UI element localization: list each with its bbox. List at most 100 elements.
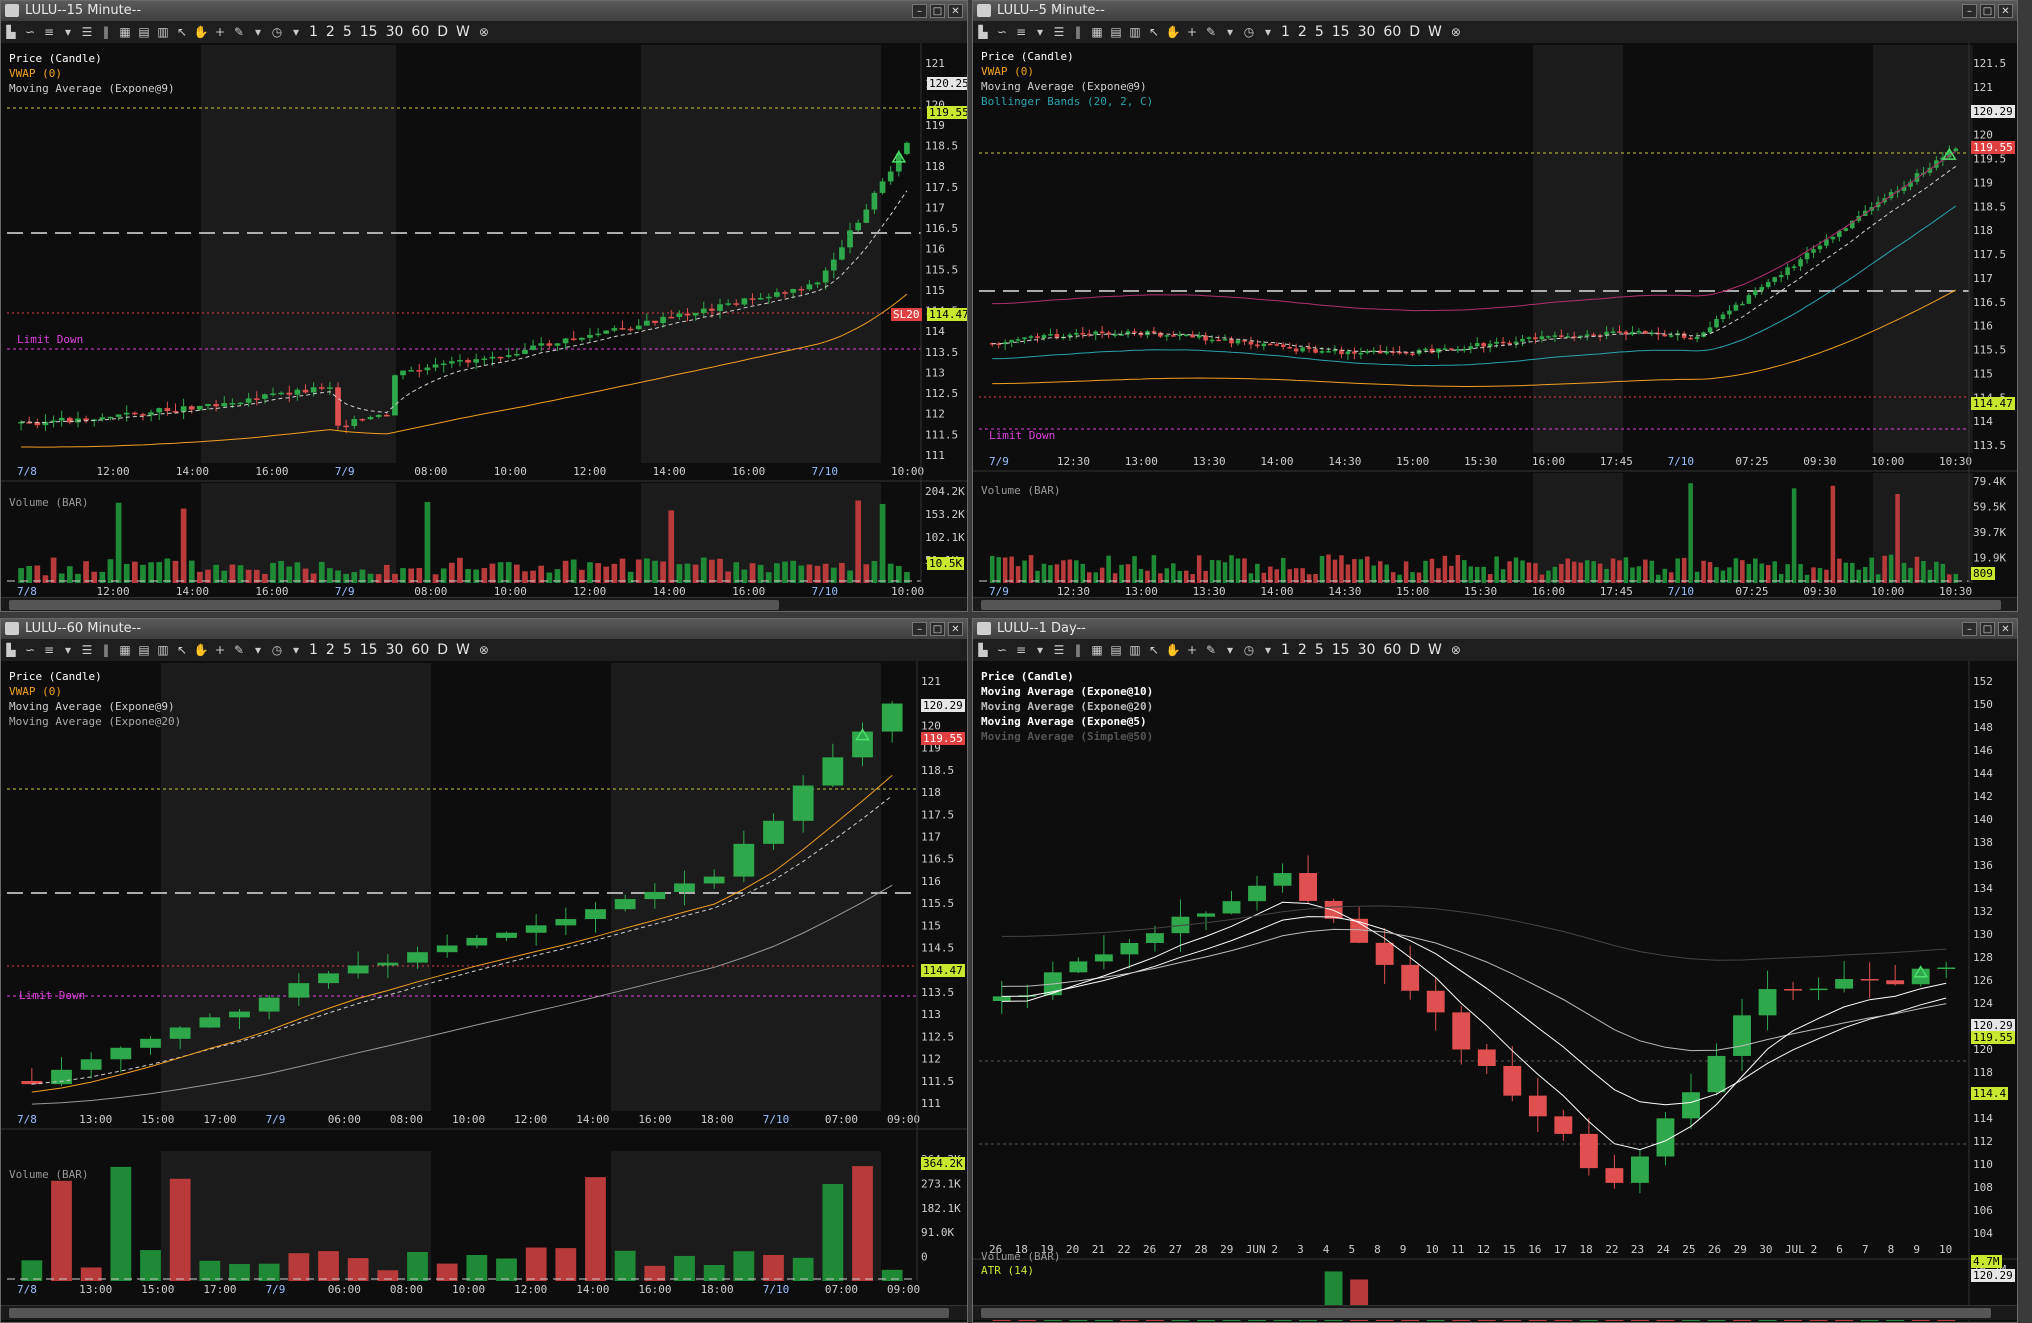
close-button[interactable]: ✕ bbox=[948, 4, 963, 18]
dropdown-icon[interactable]: ▾ bbox=[60, 24, 76, 40]
cursor-icon[interactable]: ↖ bbox=[174, 24, 190, 40]
maximize-button[interactable]: □ bbox=[1980, 622, 1995, 636]
timeframe-button-5[interactable]: 5 bbox=[1315, 24, 1324, 40]
dropdown-icon[interactable]: ▾ bbox=[250, 642, 266, 658]
cursor-icon[interactable]: ↖ bbox=[1146, 642, 1162, 658]
dropdown-icon[interactable]: ▾ bbox=[60, 642, 76, 658]
timeframe-button-1[interactable]: 1 bbox=[1281, 642, 1290, 658]
grid-icon[interactable]: ▦ bbox=[117, 642, 133, 658]
cursor-icon[interactable]: ↖ bbox=[1146, 24, 1162, 40]
timeframe-button-W[interactable]: W bbox=[1428, 642, 1442, 658]
layout-icon[interactable]: ▤ bbox=[1108, 24, 1124, 40]
grid-icon[interactable]: ▦ bbox=[117, 24, 133, 40]
draw-icon[interactable]: ∽ bbox=[994, 642, 1010, 658]
menu-icon[interactable]: ☰ bbox=[79, 642, 95, 658]
crosshair-icon[interactable]: + bbox=[1184, 642, 1200, 658]
cancel-icon[interactable]: ⊗ bbox=[476, 24, 492, 40]
layout-icon[interactable]: ▤ bbox=[136, 24, 152, 40]
draw-icon[interactable]: ∽ bbox=[22, 24, 38, 40]
pencil-icon[interactable]: ✎ bbox=[231, 642, 247, 658]
chart-area[interactable]: 1521501481461441421401381361341321301281… bbox=[973, 661, 2018, 1323]
timeframe-button-30[interactable]: 30 bbox=[1358, 24, 1376, 40]
chart-area[interactable]: 121120.5120119118.5118117.5117116.511611… bbox=[1, 661, 968, 1323]
timeframe-button-2[interactable]: 2 bbox=[1298, 642, 1307, 658]
cancel-icon[interactable]: ⊗ bbox=[476, 642, 492, 658]
timeframe-button-2[interactable]: 2 bbox=[1298, 24, 1307, 40]
timeframe-button-15[interactable]: 15 bbox=[1332, 24, 1350, 40]
horizontal-scrollbar[interactable] bbox=[1, 597, 967, 611]
close-button[interactable]: ✕ bbox=[1998, 622, 2013, 636]
clock-icon[interactable]: ◷ bbox=[269, 24, 285, 40]
lines-icon[interactable]: ≡ bbox=[41, 24, 57, 40]
timeframe-button-15[interactable]: 15 bbox=[360, 642, 378, 658]
chart-type-icon[interactable]: ▙ bbox=[3, 642, 19, 658]
lines-icon[interactable]: ≡ bbox=[1013, 642, 1029, 658]
hand-icon[interactable]: ✋ bbox=[1165, 24, 1181, 40]
grid-icon[interactable]: ▦ bbox=[1089, 642, 1105, 658]
clock-icon[interactable]: ◷ bbox=[269, 642, 285, 658]
window-titlebar[interactable]: LULU--5 Minute-- – □ ✕ bbox=[973, 1, 2017, 22]
layout-icon[interactable]: ▤ bbox=[1108, 642, 1124, 658]
chart-area[interactable]: 121120.5120119118.5118117.5117116.511611… bbox=[1, 43, 968, 612]
timeframe-button-1[interactable]: 1 bbox=[1281, 24, 1290, 40]
crosshair-icon[interactable]: + bbox=[212, 24, 228, 40]
pause-icon[interactable]: ‖ bbox=[98, 642, 114, 658]
timeframe-button-30[interactable]: 30 bbox=[386, 642, 404, 658]
timeframe-button-5[interactable]: 5 bbox=[1315, 642, 1324, 658]
menu-icon[interactable]: ☰ bbox=[1051, 24, 1067, 40]
chart-area[interactable]: 121.5121120.5120119.5119118.5118117.5117… bbox=[973, 43, 2018, 612]
clock-icon[interactable]: ◷ bbox=[1241, 24, 1257, 40]
hand-icon[interactable]: ✋ bbox=[193, 24, 209, 40]
scrollbar-thumb[interactable] bbox=[981, 1308, 1991, 1318]
menu-icon[interactable]: ☰ bbox=[1051, 642, 1067, 658]
pause-icon[interactable]: ‖ bbox=[1070, 642, 1086, 658]
hand-icon[interactable]: ✋ bbox=[1165, 642, 1181, 658]
minimize-button[interactable]: – bbox=[1962, 622, 1977, 636]
dropdown-icon[interactable]: ▾ bbox=[1260, 24, 1276, 40]
chart-window-60min[interactable]: LULU--60 Minute-- – □ ✕ ▙ ∽ ≡ ▾ ☰ ‖ ▦ ▤ ▥ ↖ ✋ + ✎ ▾ ◷ ▾… bbox=[0, 618, 968, 1323]
window-titlebar[interactable]: LULU--60 Minute-- – □ ✕ bbox=[1, 619, 967, 640]
crosshair-icon[interactable]: + bbox=[212, 642, 228, 658]
dropdown-icon[interactable]: ▾ bbox=[1032, 642, 1048, 658]
grid-icon[interactable]: ▦ bbox=[1089, 24, 1105, 40]
pencil-icon[interactable]: ✎ bbox=[1203, 642, 1219, 658]
clock-icon[interactable]: ◷ bbox=[1241, 642, 1257, 658]
chart-type-icon[interactable]: ▙ bbox=[975, 24, 991, 40]
order-flag[interactable]: SL20 bbox=[891, 308, 922, 321]
dropdown-icon[interactable]: ▾ bbox=[1032, 24, 1048, 40]
timeframe-button-15[interactable]: 15 bbox=[360, 24, 378, 40]
pause-icon[interactable]: ‖ bbox=[98, 24, 114, 40]
maximize-button[interactable]: □ bbox=[930, 4, 945, 18]
dropdown-icon[interactable]: ▾ bbox=[1222, 642, 1238, 658]
chart-type-icon[interactable]: ▙ bbox=[975, 642, 991, 658]
split-icon[interactable]: ▥ bbox=[1127, 24, 1143, 40]
timeframe-button-5[interactable]: 5 bbox=[343, 642, 352, 658]
window-titlebar[interactable]: LULU--15 Minute-- – □ ✕ bbox=[1, 1, 967, 22]
timeframe-button-D[interactable]: D bbox=[1409, 24, 1420, 40]
cursor-icon[interactable]: ↖ bbox=[174, 642, 190, 658]
hand-icon[interactable]: ✋ bbox=[193, 642, 209, 658]
timeframe-button-D[interactable]: D bbox=[437, 642, 448, 658]
split-icon[interactable]: ▥ bbox=[155, 642, 171, 658]
dropdown-icon[interactable]: ▾ bbox=[288, 642, 304, 658]
window-titlebar[interactable]: LULU--1 Day-- – □ ✕ bbox=[973, 619, 2017, 640]
dropdown-icon[interactable]: ▾ bbox=[1260, 642, 1276, 658]
chart-window-1day[interactable]: LULU--1 Day-- – □ ✕ ▙ ∽ ≡ ▾ ☰ ‖ ▦ ▤ ▥ ↖ ✋ + ✎ ▾ ◷ ▾ 1 2 5 1… bbox=[972, 618, 2018, 1323]
lines-icon[interactable]: ≡ bbox=[1013, 24, 1029, 40]
timeframe-button-15[interactable]: 15 bbox=[1332, 642, 1350, 658]
maximize-button[interactable]: □ bbox=[1980, 4, 1995, 18]
pencil-icon[interactable]: ✎ bbox=[1203, 24, 1219, 40]
menu-icon[interactable]: ☰ bbox=[79, 24, 95, 40]
timeframe-button-2[interactable]: 2 bbox=[326, 24, 335, 40]
split-icon[interactable]: ▥ bbox=[1127, 642, 1143, 658]
timeframe-button-60[interactable]: 60 bbox=[1383, 24, 1401, 40]
minimize-button[interactable]: – bbox=[912, 622, 927, 636]
close-button[interactable]: ✕ bbox=[948, 622, 963, 636]
minimize-button[interactable]: – bbox=[1962, 4, 1977, 18]
minimize-button[interactable]: – bbox=[912, 4, 927, 18]
draw-icon[interactable]: ∽ bbox=[22, 642, 38, 658]
chart-window-15min[interactable]: LULU--15 Minute-- – □ ✕ ▙ ∽ ≡ ▾ ☰ ‖ ▦ ▤ ▥ ↖ ✋ + ✎ ▾ ◷ ▾… bbox=[0, 0, 968, 612]
timeframe-button-60[interactable]: 60 bbox=[411, 24, 429, 40]
pause-icon[interactable]: ‖ bbox=[1070, 24, 1086, 40]
cancel-icon[interactable]: ⊗ bbox=[1448, 642, 1464, 658]
